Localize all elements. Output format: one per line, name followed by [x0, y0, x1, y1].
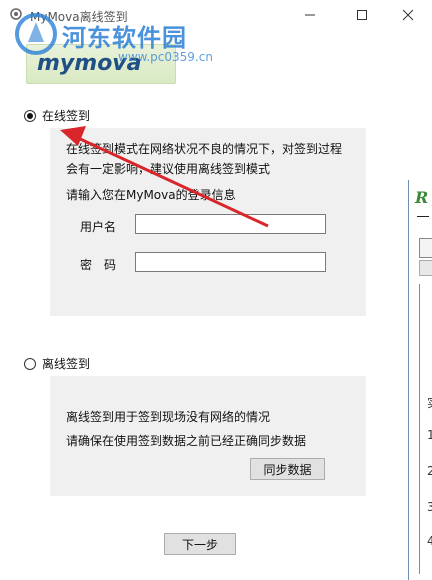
background-window-text: 1	[427, 428, 432, 442]
online-signin-option[interactable]: 在线签到	[24, 107, 90, 124]
watermark-text: 河东软件园	[62, 24, 187, 52]
online-signin-radio[interactable]	[24, 109, 36, 122]
background-window: R 实 1 2 3 4	[408, 180, 432, 580]
maximize-icon	[357, 10, 367, 20]
close-button[interactable]	[388, 4, 428, 26]
offline-signin-radio[interactable]	[24, 357, 36, 370]
login-prompt: 请输入您在MyMova的登录信息	[66, 188, 236, 202]
watermark-url: www.pc0359.cn	[118, 50, 213, 64]
sync-data-button[interactable]: 同步数据	[250, 458, 325, 480]
offline-note-line1: 离线签到用于签到现场没有网络的情况	[66, 410, 271, 424]
online-signin-label: 在线签到	[42, 109, 91, 123]
online-note-line2: 会有一定影响，建议使用离线签到模式	[66, 162, 271, 176]
offline-signin-option[interactable]: 离线签到	[24, 355, 90, 372]
maximize-button[interactable]	[342, 4, 382, 26]
minimize-icon	[305, 14, 315, 16]
online-signin-panel: 在线签到模式在网络状况不良的情况下，对签到过程 会有一定影响，建议使用离线签到模…	[50, 128, 366, 316]
background-window-control	[419, 260, 432, 276]
background-window-control	[419, 238, 432, 258]
background-window-dash	[417, 216, 429, 217]
watermark-logo-icon	[15, 13, 57, 55]
minimize-button[interactable]	[290, 4, 330, 26]
offline-signin-label: 离线签到	[42, 357, 91, 371]
username-input[interactable]	[135, 214, 326, 234]
background-window-logo: R	[415, 188, 429, 207]
password-label: 密 码	[80, 258, 117, 272]
background-window-text: 3	[427, 500, 432, 514]
next-step-button[interactable]: 下一步	[164, 533, 236, 555]
signin-dialog: MyMova离线签到 mymova 河东软件园 www.pc0359.cn 在线…	[0, 0, 414, 568]
online-note-line1: 在线签到模式在网络状况不良的情况下，对签到过程	[66, 142, 343, 156]
site-watermark: 河东软件园 www.pc0359.cn	[0, 6, 220, 64]
background-window-text: 实	[427, 394, 432, 411]
offline-note-line2: 请确保在使用签到数据之前已经正确同步数据	[66, 434, 307, 448]
background-window-divider	[419, 284, 420, 574]
offline-signin-panel: 离线签到用于签到现场没有网络的情况 请确保在使用签到数据之前已经正确同步数据 同…	[50, 376, 366, 496]
username-label: 用户名	[80, 220, 117, 234]
background-window-text: 2	[427, 464, 432, 478]
close-icon	[402, 9, 414, 21]
background-window-text: 4	[427, 534, 432, 548]
password-input[interactable]	[135, 252, 326, 272]
